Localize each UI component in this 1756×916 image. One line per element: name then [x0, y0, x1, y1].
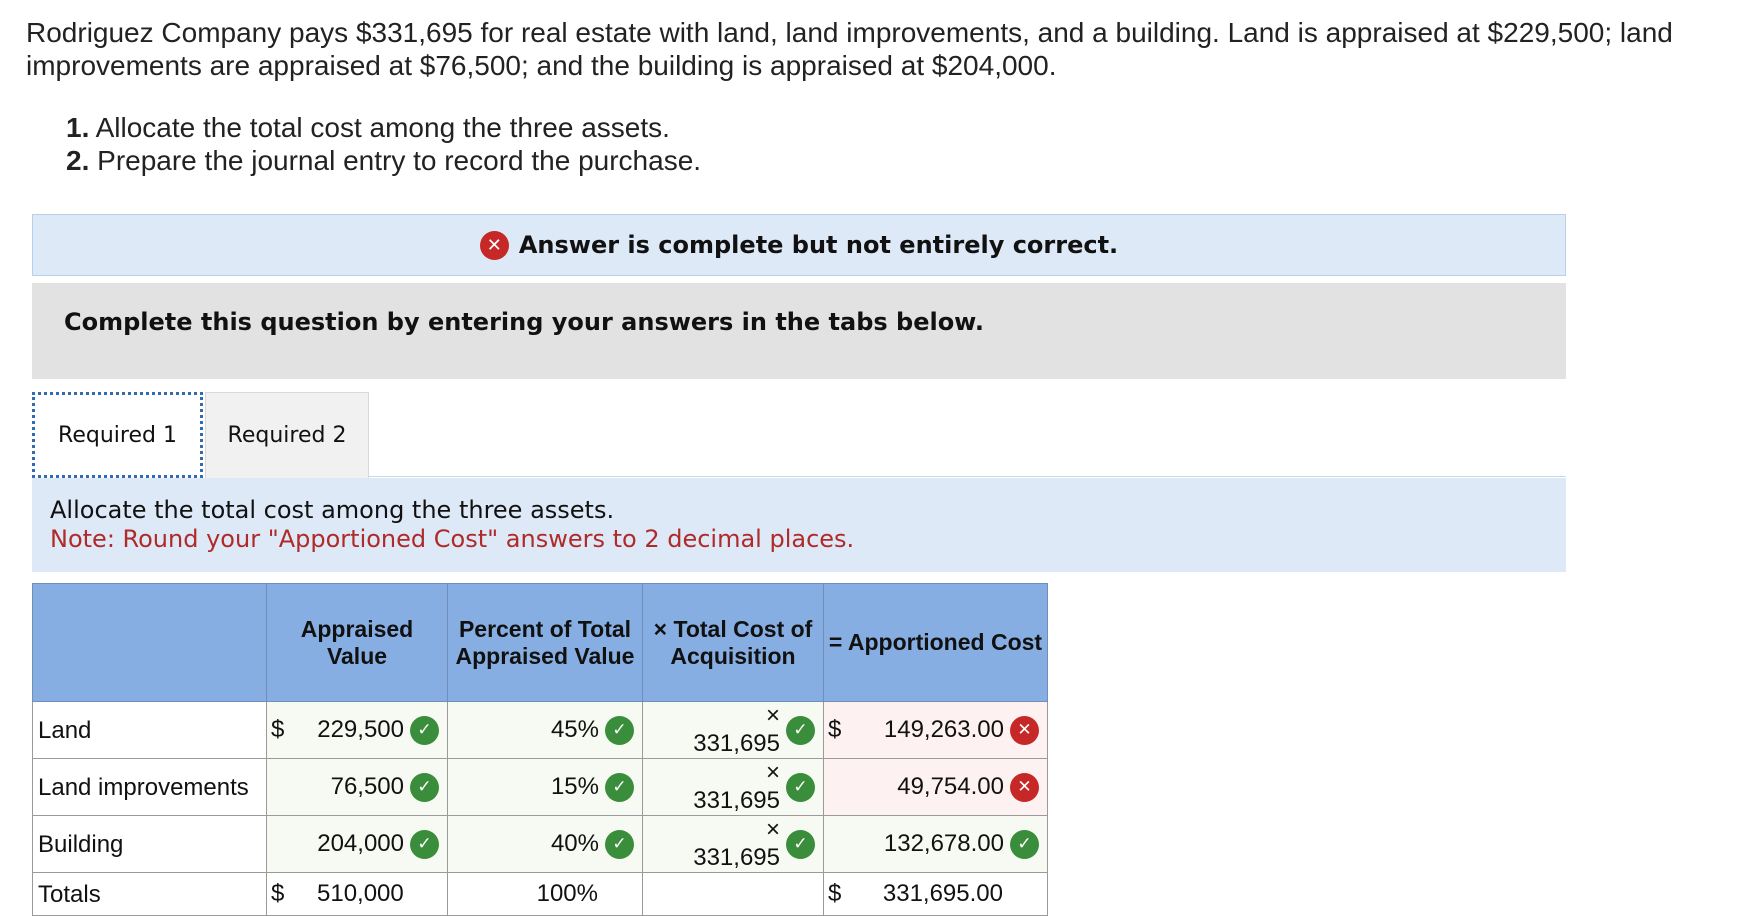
check-circle-icon: ✓	[410, 772, 439, 802]
dollar-sign: $	[828, 880, 842, 907]
appraised-value: 76,500	[330, 773, 404, 800]
appraised-value: 229,500	[317, 716, 404, 743]
apportioned-cell[interactable]: 132,678.00 ✓	[823, 815, 1048, 873]
task-text: Allocate the total cost among the three …	[50, 496, 615, 524]
instruction-text: Complete this question by entering your …	[64, 308, 984, 336]
check-circle-icon: ✓	[605, 829, 634, 859]
percent-cell[interactable]: 45% ✓	[447, 701, 643, 759]
apportioned-cell[interactable]: 49,754.00 ✕	[823, 758, 1048, 816]
x-circle-icon: ✕	[1010, 715, 1039, 745]
header-blank	[32, 583, 267, 702]
total-cost-blank-cell	[642, 872, 824, 916]
header-total-cost: × Total Cost of Acquisition	[642, 583, 824, 702]
check-circle-icon: ✓	[786, 772, 815, 802]
step-1: 1. Allocate the total cost among the thr…	[66, 112, 670, 143]
table-row: Land $229,500 ✓ 45% ✓ × 331,695 ✓ $149,263.…	[32, 701, 1048, 759]
total-cost-value: × 331,695	[693, 702, 780, 757]
appraised-value: 204,000	[317, 830, 404, 857]
apportioned-total-cell: $331,695.00	[823, 872, 1048, 916]
tab-divider	[369, 476, 1566, 477]
check-circle-icon: ✓	[786, 715, 815, 745]
appraised-total-cell: $510,000	[266, 872, 448, 916]
check-circle-icon: ✓	[410, 829, 439, 859]
apportioned-total: 331,695.00	[882, 880, 1003, 907]
dollar-sign: $	[828, 716, 842, 743]
dollar-sign: $	[271, 716, 285, 743]
x-circle-icon: ✕	[479, 230, 509, 260]
table-row: Building 204,000 ✓ 40% ✓ × 331,695 ✓ 132,67…	[32, 815, 1048, 873]
total-cost-value: × 331,695	[693, 759, 780, 814]
percent-total: 100%	[536, 880, 598, 907]
check-circle-icon: ✓	[786, 829, 815, 859]
check-circle-icon: ✓	[605, 772, 634, 802]
header-apportioned-cost: = Apportioned Cost	[823, 583, 1048, 702]
totals-row: Totals $510,000 100% $331,695.00	[32, 872, 1048, 916]
appraised-cell[interactable]: 76,500 ✓	[266, 758, 448, 816]
header-appraised-value: Appraised Value	[266, 583, 448, 702]
check-circle-icon: ✓	[410, 715, 439, 745]
tab-required-1[interactable]: Required 1	[32, 392, 203, 478]
task-box: Allocate the total cost among the three …	[32, 478, 1566, 572]
percent-total-cell: 100%	[447, 872, 643, 916]
appraised-cell[interactable]: 204,000 ✓	[266, 815, 448, 873]
apportioned-value: 149,263.00	[883, 716, 1004, 743]
row-label: Land	[32, 701, 267, 759]
percent-value: 40%	[550, 830, 599, 857]
apportioned-value: 49,754.00	[897, 773, 1004, 800]
percent-value: 15%	[550, 773, 599, 800]
check-circle-icon: ✓	[605, 715, 634, 745]
step-2: 2. Prepare the journal entry to record t…	[66, 145, 702, 176]
total-cost-value: × 331,695	[693, 816, 780, 871]
percent-cell[interactable]: 15% ✓	[447, 758, 643, 816]
instruction-box: Complete this question by entering your …	[32, 283, 1566, 379]
total-cost-cell[interactable]: × 331,695 ✓	[642, 701, 824, 759]
tab-required-2[interactable]: Required 2	[205, 392, 369, 478]
row-label: Land improvements	[32, 758, 267, 816]
totals-label: Totals	[32, 872, 267, 916]
table-row: Land improvements 76,500 ✓ 15% ✓ × 331,695…	[32, 758, 1048, 816]
row-label: Building	[32, 815, 267, 873]
appraised-cell[interactable]: $229,500 ✓	[266, 701, 448, 759]
apportioned-cell[interactable]: $149,263.00 ✕	[823, 701, 1048, 759]
dollar-sign: $	[271, 880, 285, 907]
total-cost-cell[interactable]: × 331,695 ✓	[642, 815, 824, 873]
table-header-row: Appraised Value Percent of Total Apprais…	[32, 583, 1048, 702]
question-prompt: Rodriguez Company pays $331,695 for real…	[26, 17, 1673, 81]
apportioned-value: 132,678.00	[883, 830, 1004, 857]
allocation-table: Appraised Value Percent of Total Apprais…	[32, 583, 1048, 916]
check-circle-icon: ✓	[1010, 829, 1039, 859]
result-banner: ✕ Answer is complete but not entirely co…	[32, 214, 1566, 276]
total-cost-cell[interactable]: × 331,695 ✓	[642, 758, 824, 816]
appraised-total: 510,000	[317, 880, 404, 907]
task-note: Note: Round your "Apportioned Cost" answ…	[50, 525, 855, 553]
result-banner-text: Answer is complete but not entirely corr…	[518, 231, 1119, 259]
percent-value: 45%	[550, 716, 599, 743]
percent-cell[interactable]: 40% ✓	[447, 815, 643, 873]
steps-list: 1. Allocate the total cost among the thr…	[66, 111, 701, 177]
x-circle-icon: ✕	[1010, 772, 1039, 802]
header-percent: Percent of Total Appraised Value	[447, 583, 643, 702]
